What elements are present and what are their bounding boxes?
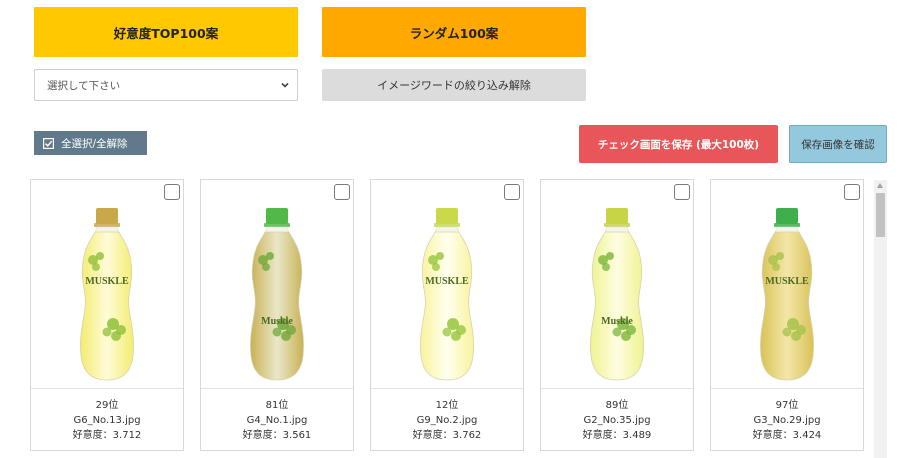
card-filename: G6_No.13.jpg bbox=[73, 415, 141, 426]
bottle-brand-label: MUSKLE bbox=[85, 276, 129, 287]
card-info: 29位 G6_No.13.jpg 好意度：3.712 bbox=[31, 398, 183, 443]
card-info: 12位 G9_No.2.jpg 好意度：3.762 bbox=[371, 398, 523, 443]
random100-button[interactable]: ランダム100案 bbox=[322, 7, 586, 57]
card-filename: G2_No.35.jpg bbox=[583, 415, 651, 426]
card-info: 97位 G3_No.29.jpg 好意度：3.424 bbox=[711, 398, 863, 443]
image-card[interactable]: Muskle 89位 G2_No.35.jpg 好意度：3.489 bbox=[540, 179, 694, 451]
card-image-area[interactable]: Muskle bbox=[201, 180, 353, 389]
bottle-brand-label: MUSKLE bbox=[425, 276, 469, 287]
card-score: 好意度：3.762 bbox=[412, 430, 482, 441]
confirm-label: 保存画像を確認 bbox=[801, 138, 875, 151]
confirm-saved-images-button[interactable]: 保存画像を確認 bbox=[789, 125, 887, 163]
scrollbar-thumb[interactable] bbox=[876, 193, 885, 237]
save-label: チェック画面を保存 (最大100枚) bbox=[597, 138, 760, 151]
bottle-brand-label: MUSKLE bbox=[765, 276, 809, 287]
image-card[interactable]: Muskle 81位 G4_No.1.jpg 好意度：3.561 bbox=[200, 179, 354, 451]
product-bottle-image: MUSKLE bbox=[80, 208, 134, 381]
clear-filter-button[interactable]: イメージワードの絞り込み解除 bbox=[322, 69, 586, 101]
product-bottle-image: Muskle bbox=[590, 208, 644, 381]
image-card[interactable]: MUSKLE 29位 G6_No.13.jpg 好意度：3.712 bbox=[30, 179, 184, 451]
card-image-area[interactable]: Muskle bbox=[541, 180, 693, 389]
card-score: 好意度：3.712 bbox=[72, 430, 142, 441]
top100-button[interactable]: 好意度TOP100案 bbox=[34, 7, 298, 57]
card-rank: 97位 bbox=[775, 400, 799, 411]
card-rank: 81位 bbox=[265, 400, 289, 411]
scrollbar[interactable] bbox=[874, 180, 887, 458]
card-rank: 89位 bbox=[605, 400, 629, 411]
random100-label: ランダム100案 bbox=[409, 25, 499, 41]
card-score: 好意度：3.561 bbox=[242, 430, 312, 441]
card-filename: G3_No.29.jpg bbox=[753, 415, 821, 426]
card-checkbox[interactable] bbox=[844, 184, 860, 200]
card-filename: G9_No.2.jpg bbox=[416, 415, 478, 426]
card-score: 好意度：3.489 bbox=[582, 430, 652, 441]
chevron-down-icon bbox=[281, 82, 289, 88]
card-score: 好意度：3.424 bbox=[752, 430, 822, 441]
checkbox-checked-icon bbox=[43, 137, 54, 149]
card-checkbox[interactable] bbox=[504, 184, 520, 200]
card-checkbox[interactable] bbox=[334, 184, 350, 200]
card-rank: 12位 bbox=[435, 400, 459, 411]
card-info: 89位 G2_No.35.jpg 好意度：3.489 bbox=[541, 398, 693, 443]
card-image-area[interactable]: MUSKLE bbox=[371, 180, 523, 389]
card-rank: 29位 bbox=[95, 400, 119, 411]
select-all-label: 全選択/全解除 bbox=[61, 137, 128, 150]
card-info: 81位 G4_No.1.jpg 好意度：3.561 bbox=[201, 398, 353, 443]
save-check-screen-button[interactable]: チェック画面を保存 (最大100枚) bbox=[579, 125, 778, 163]
card-image-area[interactable]: MUSKLE bbox=[711, 180, 863, 389]
product-bottle-image: MUSKLE bbox=[760, 208, 814, 381]
select-value: 選択して下さい bbox=[47, 79, 121, 92]
image-word-select[interactable]: 選択して下さい bbox=[34, 69, 298, 101]
card-checkbox[interactable] bbox=[674, 184, 690, 200]
image-card[interactable]: MUSKLE 12位 G9_No.2.jpg 好意度：3.762 bbox=[370, 179, 524, 451]
card-image-area[interactable]: MUSKLE bbox=[31, 180, 183, 389]
scroll-up-arrow-icon[interactable] bbox=[877, 183, 883, 188]
bottle-brand-label: Muskle bbox=[601, 316, 633, 327]
image-card[interactable]: MUSKLE 97位 G3_No.29.jpg 好意度：3.424 bbox=[710, 179, 864, 451]
card-checkbox[interactable] bbox=[164, 184, 180, 200]
product-bottle-image: Muskle bbox=[250, 208, 304, 381]
product-bottle-image: MUSKLE bbox=[420, 208, 474, 381]
bottle-brand-label: Muskle bbox=[261, 316, 293, 327]
card-filename: G4_No.1.jpg bbox=[246, 415, 308, 426]
select-all-button[interactable]: 全選択/全解除 bbox=[34, 131, 147, 155]
top100-label: 好意度TOP100案 bbox=[113, 25, 219, 41]
clear-filter-label: イメージワードの絞り込み解除 bbox=[377, 79, 531, 92]
